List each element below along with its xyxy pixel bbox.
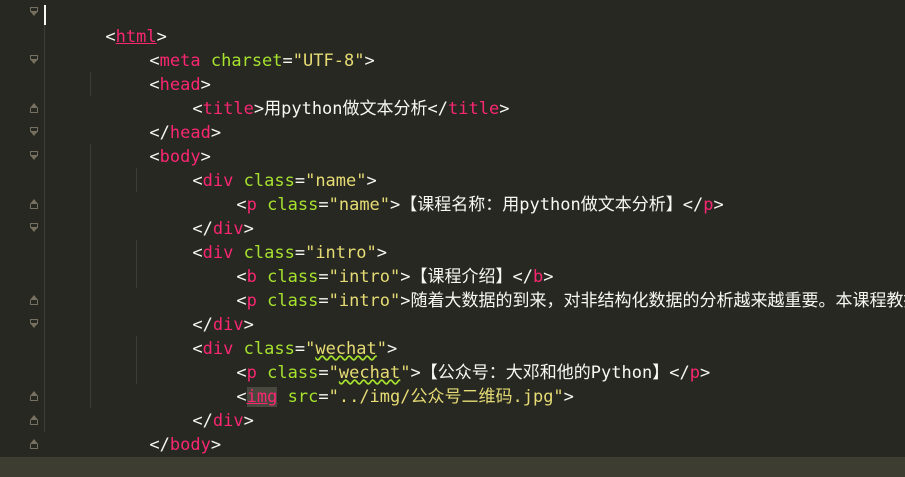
code-line-19[interactable]: </html>	[44, 433, 177, 477]
code-line-10[interactable]: <div class="intro">	[131, 217, 387, 263]
text-content: 随着大数据的到来，对非结构化数据的分析越来越重要。本课程教授纟	[410, 291, 905, 311]
tag-bracket: >	[699, 363, 711, 383]
tag-bracket: >	[563, 387, 574, 407]
equals-sign: =	[318, 387, 329, 407]
fold-open-icon[interactable]	[30, 55, 38, 65]
indent-guide	[44, 24, 45, 432]
code-line-11[interactable]: <b class="intro">【课程介绍】</b>	[175, 241, 553, 287]
fold-open-icon[interactable]	[30, 127, 38, 137]
code-line-16[interactable]: <img src="../img/公众号二维码.jpg">	[175, 361, 574, 407]
fold-close-icon[interactable]	[30, 415, 38, 425]
tag-name: p	[689, 363, 700, 383]
code-line-8[interactable]: <p class="name">【课程名称：用python做文本分析】</p>	[175, 169, 723, 215]
code-line-14[interactable]: <div class="wechat">	[131, 313, 397, 359]
code-line-4[interactable]: <title>用python做文本分析</title>	[131, 73, 509, 119]
attribute-value: "UTF-8"	[292, 51, 365, 71]
code-line-12[interactable]: <p class="intro">随着大数据的到来，对非结构化数据的分析越来越重…	[175, 265, 905, 311]
code-line-3[interactable]: <head>	[88, 49, 210, 95]
attribute-name: src	[287, 387, 319, 407]
code-text-area[interactable]: <html> <meta charset="UTF-8"> <head> <ti…	[44, 0, 905, 477]
fold-close-icon[interactable]	[30, 391, 38, 401]
tag-bracket: >	[243, 411, 254, 431]
tag-bracket: >	[713, 195, 724, 215]
current-line-highlight	[0, 457, 905, 477]
tag-name: title	[448, 99, 500, 119]
text-content: 用python做文本分析	[264, 99, 428, 119]
attribute-value: "intro"	[328, 291, 401, 311]
code-line-13[interactable]: </div>	[131, 289, 253, 335]
equals-sign: =	[318, 195, 329, 215]
tag-bracket: >	[390, 195, 401, 215]
tag-bracket: >	[499, 99, 510, 119]
tag-bracket: </	[669, 363, 690, 383]
fold-open-icon[interactable]	[30, 319, 38, 329]
code-line-15[interactable]: <p class="wechat">【公众号：大邓和他的Python】</p>	[175, 337, 710, 383]
equals-sign: =	[318, 291, 329, 311]
attribute-name: class	[267, 195, 319, 215]
tag-name: p	[703, 195, 714, 215]
code-line-2[interactable]: <meta charset="UTF-8">	[88, 25, 374, 71]
fold-close-icon[interactable]	[30, 439, 38, 449]
fold-close-icon[interactable]	[30, 199, 38, 209]
fold-open-icon[interactable]	[30, 151, 38, 161]
fold-open-icon[interactable]	[30, 223, 38, 233]
fold-open-icon[interactable]	[30, 7, 38, 17]
attribute-name: charset	[210, 51, 283, 71]
fold-close-icon[interactable]	[30, 103, 38, 113]
code-line-9[interactable]: </div>	[131, 193, 253, 239]
tag-bracket: >	[364, 51, 375, 71]
code-line-6[interactable]: <body>	[88, 121, 210, 167]
text-cursor	[44, 5, 46, 25]
code-editor[interactable]: <html> <meta charset="UTF-8"> <head> <ti…	[0, 0, 905, 477]
equals-sign: =	[282, 51, 293, 71]
tag-bracket: </	[682, 195, 704, 215]
fold-close-icon[interactable]	[30, 295, 38, 305]
code-line-1[interactable]: <html>	[44, 1, 166, 47]
text-content: 【课程名称：用python做文本分析】	[400, 195, 683, 215]
attribute-value: "../img/公众号二维码.jpg"	[328, 387, 564, 407]
tag-bracket: >	[253, 99, 265, 119]
line-gutter	[0, 0, 44, 477]
attribute-value: "name"	[328, 195, 391, 215]
code-line-17[interactable]: </div>	[131, 385, 253, 431]
tag-bracket: >	[210, 123, 222, 143]
code-line-5[interactable]: </head>	[88, 97, 221, 143]
code-line-18[interactable]: </body>	[88, 409, 221, 455]
tag-bracket: </	[427, 99, 449, 119]
tag-bracket: >	[400, 291, 411, 311]
attribute-name: class	[267, 291, 319, 311]
tag-bracket: >	[210, 435, 222, 455]
code-line-7[interactable]: <div class="name">	[131, 145, 376, 191]
